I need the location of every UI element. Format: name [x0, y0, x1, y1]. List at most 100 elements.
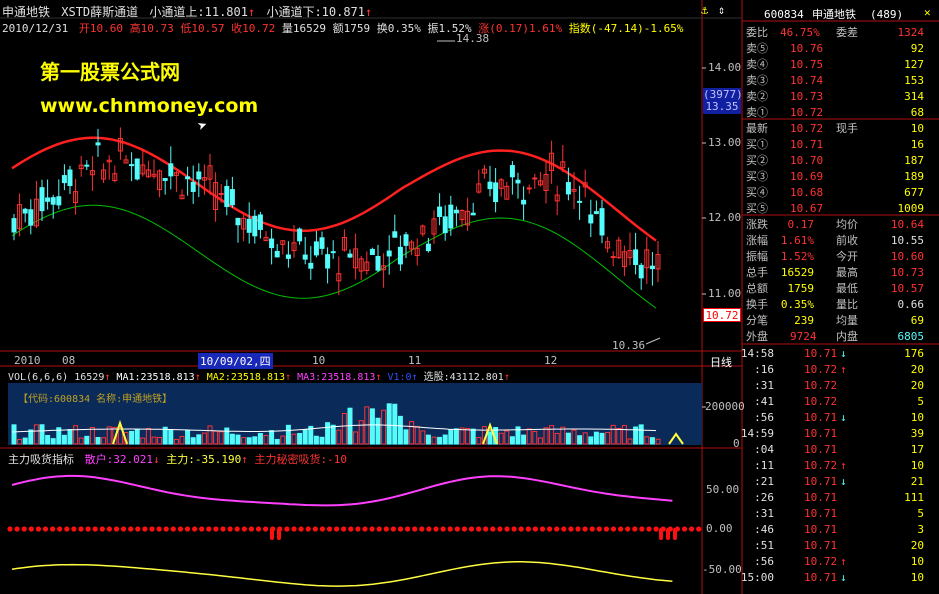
zero-dot — [319, 526, 325, 532]
volume-bar — [302, 429, 308, 445]
zero-dot — [632, 526, 638, 532]
zero-dot — [305, 526, 311, 532]
price-tick: 11.00 — [708, 287, 742, 300]
volume-bar — [134, 428, 140, 445]
inner-label: 内盘 — [836, 330, 858, 343]
bid-price: 10.71 — [790, 138, 824, 151]
candle-body — [633, 249, 639, 265]
absorb-signal-bar — [666, 528, 670, 540]
bid-volume: 189 — [904, 170, 924, 183]
weibi-row: 委比 46.75% 委差 1324 — [742, 25, 924, 41]
stat-label: 分笔 — [746, 314, 768, 327]
period-label[interactable]: 日线 — [710, 354, 732, 370]
candle-body — [565, 182, 571, 195]
tick-direction-icon: ↑ — [840, 459, 847, 472]
candle-body — [369, 248, 375, 255]
outer-label: 外盘 — [746, 330, 768, 343]
volume-bar — [588, 436, 594, 445]
tick-volume: 5 — [917, 395, 924, 408]
stat-value: 69 — [910, 314, 924, 327]
main-force-value: 主力:-35.190 — [166, 453, 242, 466]
candle-body — [229, 189, 235, 206]
candle-body — [252, 215, 258, 237]
tick-direction-icon: ↓ — [840, 411, 847, 424]
tick-volume: 39 — [910, 427, 924, 440]
volume-bar — [45, 435, 51, 445]
volume-bar — [61, 434, 67, 445]
zero-dot — [213, 526, 219, 532]
zero-dot — [142, 526, 148, 532]
absorb-signal-bar — [659, 528, 663, 540]
tick-time: :04 — [754, 443, 774, 456]
volume-bar — [274, 438, 280, 445]
volume-bar — [235, 434, 241, 445]
zero-dot — [78, 526, 84, 532]
candle-body — [22, 208, 28, 214]
candle-body — [308, 262, 314, 269]
tick-volume: 10 — [910, 459, 924, 472]
bid-row: 买③ 10.69 189 — [742, 169, 924, 185]
volume-bar — [22, 437, 28, 445]
tick-row: :41 10.72 5 — [742, 394, 924, 410]
tick-time: :26 — [754, 491, 774, 504]
candle-body — [403, 234, 409, 246]
tick-price: 10.72 — [804, 555, 838, 568]
price-tick: 12.00 — [708, 211, 742, 224]
candle-body — [285, 254, 291, 259]
volume-bar — [95, 436, 101, 445]
stat-row: 振幅 1.52% 今开 10.60 — [742, 249, 924, 265]
candle-body — [470, 212, 476, 216]
volume-bar — [297, 432, 303, 445]
ask-label: 卖③ — [746, 74, 768, 87]
candle-body — [297, 228, 303, 242]
tick-price: 10.71 — [804, 507, 838, 520]
bid-label: 买④ — [746, 186, 768, 199]
tick-price: 10.72 — [804, 379, 838, 392]
tick-row: :46 10.71 3 — [742, 522, 924, 538]
tick-time: :51 — [754, 539, 774, 552]
absorb-signal-bar — [673, 528, 677, 540]
high-price-label: 14.38 — [456, 32, 490, 45]
volume-bar — [375, 417, 381, 445]
ask-volume: 153 — [904, 74, 924, 87]
bid-label: 买③ — [746, 170, 768, 183]
close-value: 收10.72 — [231, 22, 276, 35]
zero-dot — [554, 526, 560, 532]
tick-row: 14:59 10.71 39 — [741, 426, 924, 442]
ask-price: 10.75 — [790, 58, 824, 71]
candle-body — [95, 142, 101, 146]
tick-price: 10.71 — [804, 475, 838, 488]
close-icon[interactable]: ✕ — [924, 6, 931, 19]
candle-body — [487, 181, 493, 190]
indicator-tick: 0.00 — [706, 522, 733, 535]
zero-dot — [639, 526, 645, 532]
zero-dot — [518, 526, 524, 532]
stat-label: 涨跌 — [746, 218, 768, 231]
volume-bar — [369, 408, 375, 445]
stat-value: 10.73 — [890, 266, 924, 279]
candle-body — [45, 197, 51, 202]
toolbar-icons[interactable]: ⇕ — [718, 3, 725, 17]
volume-bar — [11, 424, 17, 445]
zero-dot — [170, 526, 176, 532]
zero-dot — [610, 526, 617, 532]
candle-body — [246, 218, 252, 233]
zero-dot — [589, 526, 595, 532]
ask-row: 卖③ 10.74 153 — [742, 73, 924, 89]
open-value: 开10.60 — [78, 22, 123, 35]
vol-title: VOL(6,6,6) — [8, 372, 69, 383]
anchor-icon[interactable]: ⚓ — [701, 3, 708, 17]
candle-body — [84, 164, 90, 167]
candle-body — [129, 164, 135, 167]
indicator-name[interactable]: XSTD薛斯通道 — [61, 5, 138, 19]
bid-row: 买① 10.71 16 — [742, 137, 924, 153]
candle-body — [437, 206, 443, 217]
tick-price: 10.72 — [804, 459, 838, 472]
tick-row: :11 10.72 ↑ 10 — [742, 458, 924, 474]
zero-dot — [326, 526, 333, 532]
volume-bar — [565, 432, 571, 445]
stat-value: 10.60 — [890, 250, 924, 263]
low-value: 低10.57 — [180, 22, 225, 35]
zero-dot — [696, 526, 702, 532]
candle-body — [593, 211, 599, 214]
